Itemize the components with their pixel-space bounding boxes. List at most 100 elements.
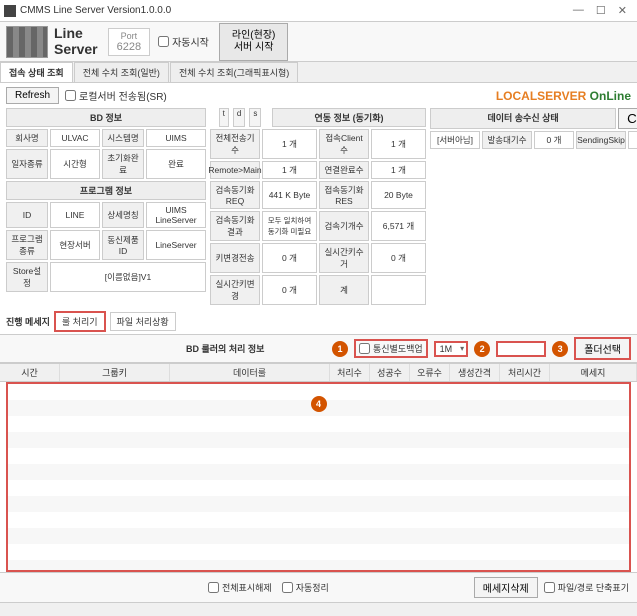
showall-off-label: 전체표시해제 (222, 581, 272, 594)
syncres-label: 접속동기화RES (319, 181, 369, 209)
tab-connection-status[interactable]: 접속 상태 조회 (0, 62, 73, 82)
total-value (371, 275, 426, 305)
header: Line Server Port 6228 자동시작 라인(현장) 서버 시작 (0, 22, 637, 62)
window-titlebar: CMMS Line Server Version1.0.0.0 — ☐ ✕ (0, 0, 637, 22)
syncreq-value: 441 K Byte (262, 181, 317, 209)
badge-2: 2 (474, 341, 490, 357)
badge-4: 4 (311, 396, 327, 412)
tab-all-values-normal[interactable]: 전체 수치 조회(일반) (74, 62, 169, 82)
col-proc: 처리수 (330, 364, 370, 381)
syncresult-value: 모두 일치하여 동기화 미필요 (262, 211, 317, 241)
footer-toolbar: 전체표시해제 자동정리 메세지삭제 파일/경로 단축표기 (0, 572, 637, 602)
refresh-button[interactable]: Refresh (6, 87, 59, 104)
nav-s[interactable]: s (249, 108, 261, 127)
autostart-checkbox[interactable]: 자동시작 (158, 34, 209, 49)
tab-file-status[interactable]: 파일 처리상황 (110, 312, 176, 331)
syncreq-label: 검속동기화REQ (210, 181, 260, 209)
skip-input[interactable] (65, 90, 76, 101)
rtkeychange-value: 0 개 (262, 275, 317, 305)
ruler-toolbar: BD 룰러의 처리 정보 1 통신별도백업 1M 2 3 폴더선택 (0, 334, 637, 363)
progress-msg-label: 진행 메세지 (6, 315, 50, 328)
tab-all-values-graphic[interactable]: 전체 수치 조회(그래픽표시형) (170, 62, 298, 82)
rtkey-label: 실시간키수거 (319, 243, 369, 273)
skip-value: 0 개 (628, 131, 637, 149)
system-value: UIMS (146, 129, 206, 147)
col-datarule: 데이터룰 (170, 364, 330, 381)
datetype-value: 시간형 (50, 149, 100, 179)
link-info-header: 연동 정보 (동기화) (272, 108, 426, 127)
server-name: LOCALSERVER (496, 89, 586, 103)
autoclean-input[interactable] (282, 582, 293, 593)
minimize-button[interactable]: — (573, 4, 584, 17)
shortpath-label: 파일/경로 단축표기 (558, 581, 629, 594)
skip-label2: SendingSkip (576, 131, 626, 149)
system-label: 시스템명 (102, 129, 144, 147)
log-table-header: 시간 그룹키 데이터룰 처리수 성공수 오류수 생성간격 처리시간 메세지 (0, 363, 637, 382)
autostart-input[interactable] (158, 36, 169, 47)
app-icon (4, 5, 16, 17)
maximize-button[interactable]: ☐ (596, 4, 606, 17)
badge-3: 3 (552, 341, 568, 357)
prodid-label: 동신제품ID (102, 230, 144, 260)
delete-msg-button[interactable]: 메세지삭제 (474, 577, 538, 598)
start-server-button[interactable]: 라인(현장) 서버 시작 (219, 23, 288, 61)
server-logo (6, 26, 48, 58)
client-value: 1 개 (371, 129, 426, 159)
autoclean-checkbox[interactable]: 자동정리 (282, 581, 329, 594)
keychange-label: 키변경전송 (210, 243, 260, 273)
rtkey-value: 0 개 (371, 243, 426, 273)
clear-button[interactable]: Clear (618, 108, 637, 129)
close-button[interactable]: ✕ (618, 4, 627, 17)
shortpath-input[interactable] (544, 582, 555, 593)
nosrv-value: [서버아님] (430, 131, 480, 149)
nav-t[interactable]: t (219, 108, 229, 127)
server-state: OnLine (590, 89, 631, 103)
remote-value: 1 개 (262, 161, 317, 179)
col-interval: 생성간격 (450, 364, 500, 381)
syncres-value: 20 Byte (371, 181, 426, 209)
ruler-title: BD 룰러의 처리 정보 (186, 342, 264, 355)
showall-off-input[interactable] (208, 582, 219, 593)
progtype-value: 현장서버 (50, 230, 100, 260)
syncresult-label: 검속동기화결과 (210, 211, 260, 241)
main-tabs: 접속 상태 조회 전체 수치 조회(일반) 전체 수치 조회(그래픽표시형) (0, 62, 637, 83)
server-status: LOCALSERVER OnLine (496, 89, 631, 103)
client-label: 접속Client수 (319, 129, 369, 159)
tx-info-header: 데이터 송수신 상태 (430, 108, 616, 129)
shortpath-checkbox[interactable]: 파일/경로 단축표기 (544, 577, 629, 598)
company-label: 회사명 (6, 129, 48, 147)
detail-label: 상세명칭 (102, 202, 144, 228)
folder-select-button[interactable]: 폴더선택 (574, 337, 631, 360)
rtkeychange-label: 실시간키변경 (210, 275, 260, 305)
statusbar (0, 602, 637, 616)
progtype-label: 프로그램종류 (6, 230, 48, 260)
app-title: Line Server (54, 26, 98, 57)
store-label: Store설정 (6, 262, 48, 292)
path-field[interactable] (496, 341, 546, 357)
comm-backup-checkbox[interactable]: 통신별도백업 (354, 339, 428, 358)
showall-off-checkbox[interactable]: 전체표시해제 (208, 581, 272, 594)
devcount-value: 6,571 개 (371, 211, 426, 241)
total-label: 계 (319, 275, 369, 305)
prodid-value: LineServer (146, 230, 206, 260)
comm-backup-label: 통신별도백업 (373, 342, 423, 355)
refresh-toolbar: Refresh 로컬서버 전송됨(SR) LOCALSERVER OnLine (0, 83, 637, 108)
connected-value: 1 개 (371, 161, 426, 179)
col-success: 성공수 (370, 364, 410, 381)
tab-rule-processor[interactable]: 룰 처리기 (54, 311, 106, 332)
col-proctime: 처리시간 (500, 364, 550, 381)
nav-d[interactable]: d (233, 108, 245, 127)
window-title: CMMS Line Server Version1.0.0.0 (20, 5, 171, 16)
devcount-label: 검속기개수 (319, 211, 369, 241)
program-info-header: 프로그램 정보 (6, 181, 206, 200)
localserver-skip-checkbox[interactable]: 로컬서버 전송됨(SR) (65, 88, 167, 103)
totaltx-value: 1 개 (262, 129, 317, 159)
interval-select[interactable]: 1M (434, 341, 469, 357)
skip-label: 로컬서버 전송됨(SR) (79, 88, 167, 103)
comm-backup-input[interactable] (359, 343, 370, 354)
datetype-label: 일자종류 (6, 149, 48, 179)
badge-1: 1 (332, 341, 348, 357)
pending-label: 발송대기수 (482, 131, 532, 149)
bd-info-header: BD 정보 (6, 108, 206, 127)
log-table-body[interactable]: 4 (6, 382, 631, 572)
